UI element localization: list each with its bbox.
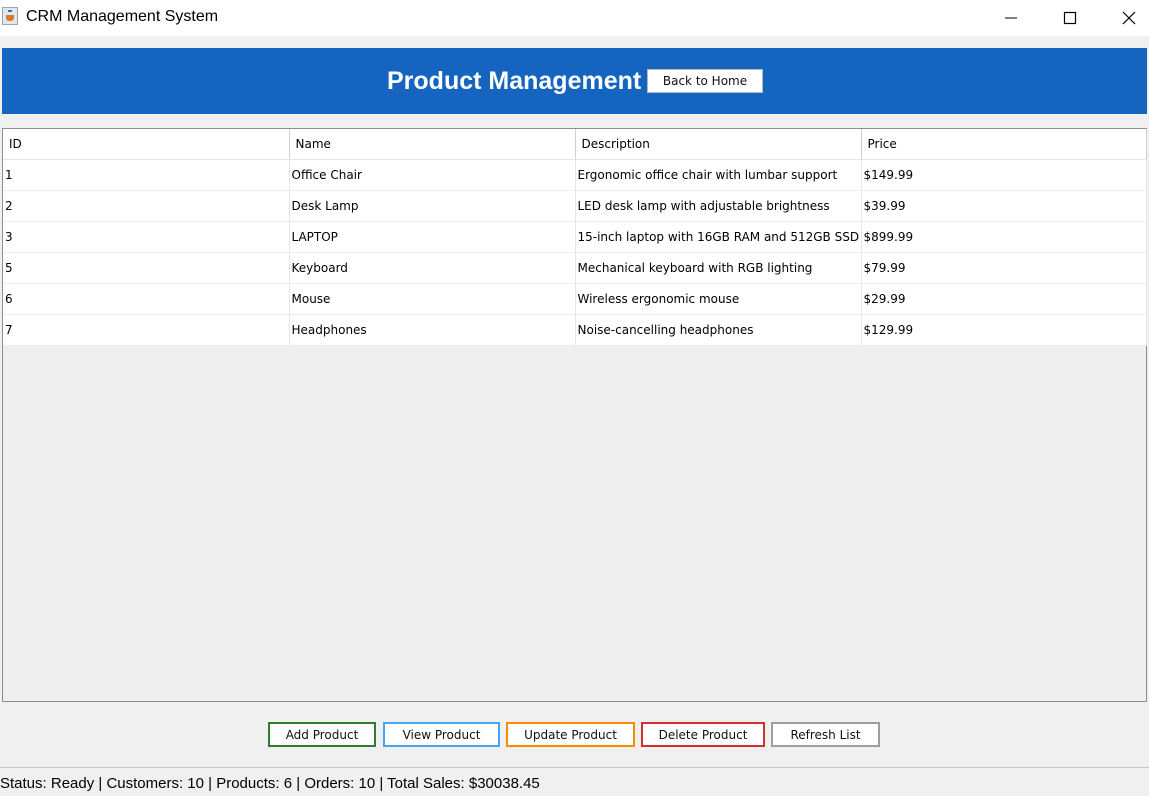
cell-name: Keyboard <box>289 252 576 284</box>
column-header-description[interactable]: Description <box>575 129 862 160</box>
minimize-button[interactable] <box>982 0 1040 36</box>
cell-id: 6 <box>3 283 290 315</box>
status-bar: Status: Ready | Customers: 10 | Products… <box>0 775 540 792</box>
update-product-button[interactable]: Update Product <box>506 722 635 747</box>
page-header: Product Management Back to Home <box>2 48 1147 114</box>
cell-price: $149.99 <box>861 159 1147 191</box>
table-row[interactable]: 3 LAPTOP 15-inch laptop with 16GB RAM an… <box>3 221 1147 253</box>
cell-description: Wireless ergonomic mouse <box>575 283 862 315</box>
delete-product-button[interactable]: Delete Product <box>641 722 765 747</box>
table-row[interactable]: 5 Keyboard Mechanical keyboard with RGB … <box>3 252 1147 284</box>
product-table[interactable]: ID Name Description Price 1 Office Chair… <box>3 129 1147 346</box>
minimize-icon <box>1005 17 1017 19</box>
table-header-row: ID Name Description Price <box>3 129 1147 160</box>
cell-price: $129.99 <box>861 314 1147 346</box>
maximize-icon <box>1063 11 1077 25</box>
table-row[interactable]: 7 Headphones Noise-cancelling headphones… <box>3 314 1147 346</box>
cell-description: LED desk lamp with adjustable brightness <box>575 190 862 222</box>
cell-description: Mechanical keyboard with RGB lighting <box>575 252 862 284</box>
java-app-icon <box>2 7 18 25</box>
maximize-button[interactable] <box>1041 0 1099 36</box>
cell-price: $899.99 <box>861 221 1147 253</box>
cell-price: $79.99 <box>861 252 1147 284</box>
cell-name: Desk Lamp <box>289 190 576 222</box>
back-to-home-button[interactable]: Back to Home <box>647 69 763 93</box>
cell-id: 7 <box>3 314 290 346</box>
table-row[interactable]: 1 Office Chair Ergonomic office chair wi… <box>3 159 1147 191</box>
cell-name: LAPTOP <box>289 221 576 253</box>
table-row[interactable]: 6 Mouse Wireless ergonomic mouse $29.99 <box>3 283 1147 315</box>
refresh-list-button[interactable]: Refresh List <box>771 722 880 747</box>
table-row[interactable]: 2 Desk Lamp LED desk lamp with adjustabl… <box>3 190 1147 222</box>
cell-id: 2 <box>3 190 290 222</box>
cell-id: 3 <box>3 221 290 253</box>
product-table-panel[interactable]: ID Name Description Price 1 Office Chair… <box>2 128 1147 702</box>
window-title: CRM Management System <box>26 8 219 25</box>
view-product-button[interactable]: View Product <box>383 722 500 747</box>
window-title-bar: CRM Management System <box>0 0 1149 36</box>
status-separator <box>0 767 1149 768</box>
cell-id: 1 <box>3 159 290 191</box>
cell-price: $39.99 <box>861 190 1147 222</box>
column-header-price[interactable]: Price <box>861 129 1147 160</box>
cell-id: 5 <box>3 252 290 284</box>
cell-description: 15-inch laptop with 16GB RAM and 512GB S… <box>575 221 862 253</box>
cell-description: Noise-cancelling headphones <box>575 314 862 346</box>
column-header-name[interactable]: Name <box>289 129 576 160</box>
cell-price: $29.99 <box>861 283 1147 315</box>
cell-name: Office Chair <box>289 159 576 191</box>
add-product-button[interactable]: Add Product <box>268 722 376 747</box>
cell-name: Mouse <box>289 283 576 315</box>
cell-description: Ergonomic office chair with lumbar suppo… <box>575 159 862 191</box>
cell-name: Headphones <box>289 314 576 346</box>
close-button[interactable] <box>1100 0 1149 36</box>
close-icon <box>1122 11 1136 25</box>
page-title: Product Management <box>387 67 642 95</box>
column-header-id[interactable]: ID <box>3 129 290 160</box>
